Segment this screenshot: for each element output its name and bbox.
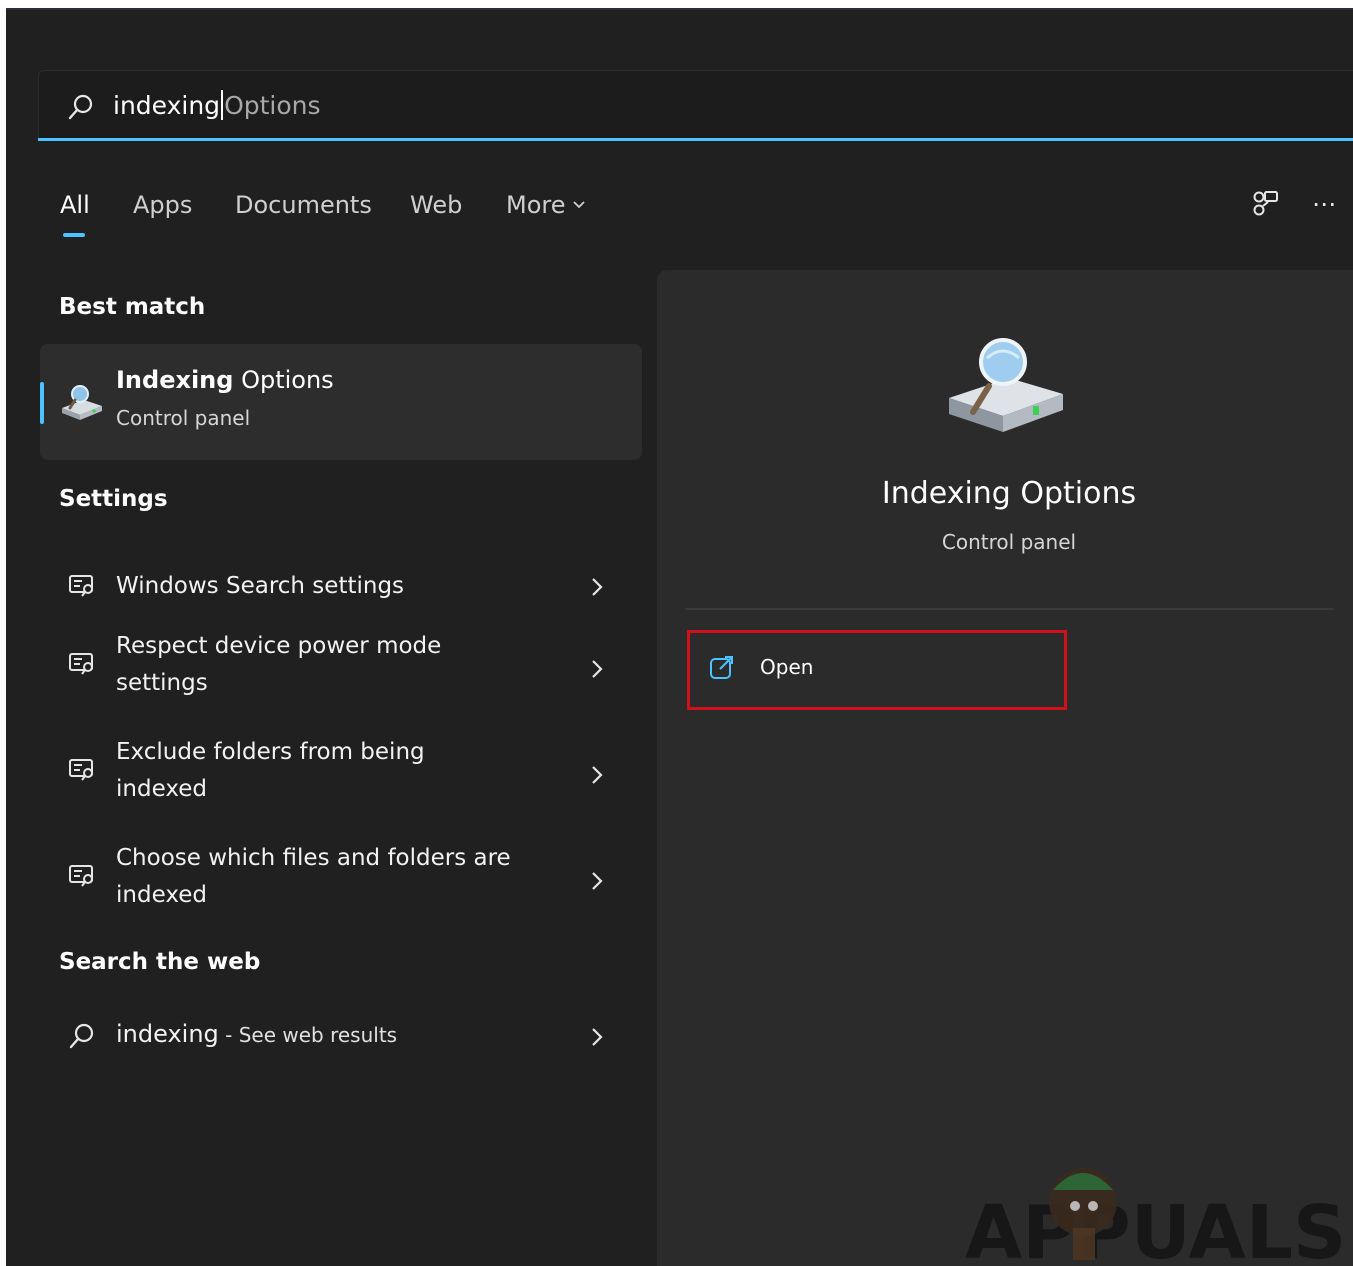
web-result-label: indexing - See web results (116, 1020, 397, 1048)
tab-all[interactable]: All (60, 188, 90, 222)
share-results-icon[interactable] (1248, 186, 1282, 220)
settings-panel-icon (69, 575, 93, 597)
best-match-heading: Best match (59, 294, 206, 320)
setting-respect-device-power-mode[interactable]: Respect device power mode settings (40, 622, 642, 714)
search-icon (69, 1023, 94, 1049)
search-typed-text: indexing (113, 91, 221, 120)
search-box[interactable]: indexing Options (38, 70, 1353, 140)
open-button[interactable]: Open (687, 630, 1067, 710)
best-match-name-bold: Indexing (116, 366, 234, 394)
window-top-edge (6, 8, 1353, 10)
search-web-heading: Search the web (59, 949, 261, 975)
setting-exclude-folders[interactable]: Exclude folders from being indexed (40, 728, 642, 820)
preview-subtitle: Control panel (941, 530, 1077, 554)
setting-label: Exclude folders from being indexed (116, 739, 425, 802)
open-external-icon (710, 656, 733, 679)
chevron-right-icon (592, 766, 603, 784)
web-see-results: - See web results (218, 1023, 398, 1047)
setting-label: Respect device power mode settings (116, 633, 442, 696)
open-label: Open (760, 655, 814, 679)
tab-more-label: More (506, 191, 566, 219)
more-options-icon[interactable]: ⋯ (1312, 190, 1346, 220)
preview-pane: Indexing Options Control panel Open APPU… (657, 270, 1353, 1266)
preview-title: Indexing Options (881, 476, 1137, 511)
chevron-down-icon (572, 201, 585, 209)
search-window: indexing Options All Apps Documents Web M… (6, 8, 1353, 1266)
best-match-name: Indexing Options (116, 366, 334, 394)
best-match-subtitle: Control panel (116, 406, 251, 430)
preview-divider (685, 608, 1333, 610)
chevron-right-icon (592, 660, 603, 678)
search-focus-underline (38, 138, 1353, 141)
search-input[interactable]: indexing Options (113, 89, 321, 123)
setting-label: Windows Search settings (116, 573, 405, 599)
setting-windows-search-settings[interactable]: Windows Search settings (40, 552, 642, 622)
tab-documents[interactable]: Documents (235, 188, 372, 222)
chevron-right-icon (592, 578, 603, 596)
search-autocomplete-text: Options (224, 91, 321, 120)
settings-panel-icon (69, 653, 93, 675)
web-query: indexing (116, 1020, 219, 1048)
indexing-options-icon (62, 385, 102, 420)
settings-panel-icon (69, 759, 93, 781)
watermark-text: APPUALS (965, 1190, 1346, 1266)
settings-panel-icon (69, 865, 93, 887)
indexing-options-icon (949, 338, 1063, 432)
setting-choose-indexed-files[interactable]: Choose which files and folders are index… (40, 834, 642, 926)
settings-heading: Settings (59, 486, 168, 512)
setting-label: Choose which files and folders are index… (116, 845, 511, 908)
search-icon (68, 94, 93, 120)
appuals-watermark-logo: APPUALS (965, 1168, 1346, 1266)
best-match-result[interactable]: Indexing Options Control panel (40, 344, 642, 460)
chevron-right-icon (592, 872, 603, 890)
best-match-name-rest: Options (233, 366, 334, 394)
text-caret (221, 90, 224, 120)
tab-web[interactable]: Web (410, 188, 462, 222)
tab-more[interactable]: More (506, 188, 586, 222)
selection-accent (40, 382, 44, 424)
tab-active-indicator (63, 233, 85, 237)
tab-apps[interactable]: Apps (133, 188, 192, 222)
chevron-right-icon (592, 1028, 603, 1046)
